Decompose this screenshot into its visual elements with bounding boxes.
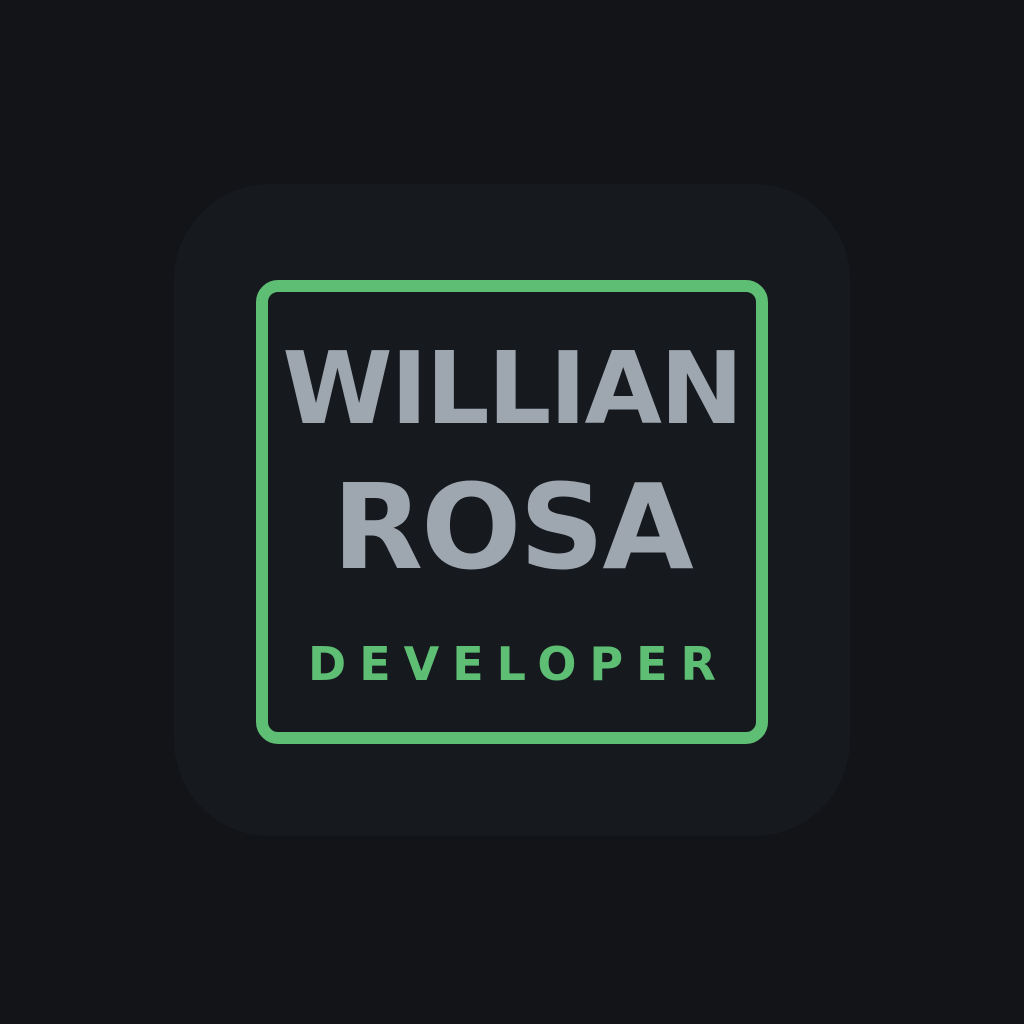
logo-first-name: WILLIAN: [282, 330, 743, 447]
logo-role: DEVELOPER: [308, 637, 729, 691]
logo-last-name: ROSA: [332, 458, 693, 596]
